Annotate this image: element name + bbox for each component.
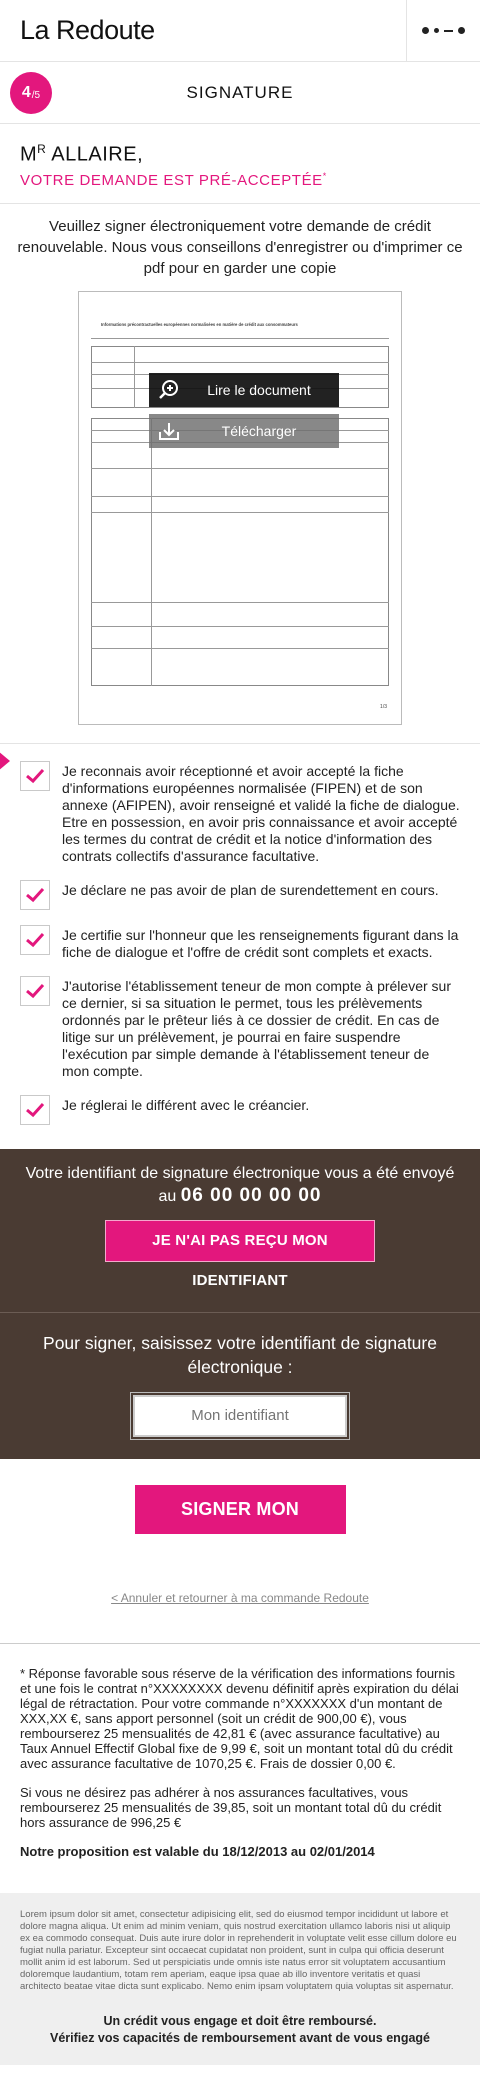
checkmark-icon bbox=[26, 768, 45, 783]
checkmark-icon bbox=[26, 1102, 45, 1117]
consent-checkbox[interactable] bbox=[20, 879, 50, 910]
sign-section: SIGNER MON CONTRAT < Annuler et retourne… bbox=[0, 1459, 480, 1621]
footer: Lorem ipsum dolor sit amet, consectetur … bbox=[0, 1892, 480, 2065]
checkmark-icon bbox=[26, 983, 45, 998]
document-preview[interactable]: Informations précontractuelles européenn… bbox=[78, 290, 402, 725]
name-text: ALLAIRE, bbox=[46, 143, 144, 166]
name-sup: R bbox=[37, 142, 47, 156]
step-current: 4 bbox=[21, 84, 31, 101]
consent-item-fipen: Je reconnais avoir réceptionné et avoir … bbox=[0, 760, 480, 865]
read-document-button[interactable]: Lire le document bbox=[149, 372, 339, 407]
checkmark-icon bbox=[26, 932, 45, 947]
cancel-return-link[interactable]: < Annuler et retourner à ma commande Red… bbox=[111, 1591, 369, 1605]
phone-number: 06 00 00 00 00 bbox=[180, 1184, 322, 1206]
menu-dots-icon[interactable] bbox=[406, 0, 480, 62]
footer-warning-line-2: Vérifiez vos capacités de remboursement … bbox=[49, 2030, 430, 2045]
identifier-sent-panel: Votre identifiant de signature électroni… bbox=[0, 1149, 480, 1313]
consent-item-debit: J'autorise l'établissement teneur de mon… bbox=[0, 975, 480, 1080]
step-badge: 4/5 bbox=[10, 72, 52, 114]
greeting: MR ALLAIRE, VOTRE DEMANDE EST PRÉ-ACCEPT… bbox=[0, 124, 480, 204]
intro-text: Veuillez signer électroniquement votre d… bbox=[17, 217, 463, 277]
consent-text: Je reconnais avoir réceptionné et avoir … bbox=[62, 762, 460, 864]
step-total: /5 bbox=[31, 89, 41, 101]
footer-warning: Un crédit vous engage et doit être rembo… bbox=[20, 2013, 460, 2047]
checkmark-icon bbox=[26, 887, 45, 902]
identifier-prompt: Pour signer, saisissez votre identifiant… bbox=[43, 1332, 437, 1377]
logo[interactable]: La Redoute bbox=[0, 15, 155, 46]
consent-checkbox[interactable] bbox=[20, 924, 50, 955]
download-label: Télécharger bbox=[221, 422, 297, 439]
download-icon bbox=[149, 414, 189, 448]
consent-text: Je déclare ne pas avoir de plan de suren… bbox=[62, 881, 439, 898]
status-text: VOTRE DEMANDE EST PRÉ-ACCEPTÉE bbox=[20, 171, 323, 189]
identifier-input-panel: Pour signer, saisissez votre identifiant… bbox=[0, 1313, 480, 1459]
identifier-sent-text: Votre identifiant de signature électroni… bbox=[20, 1163, 460, 1208]
consent-text: Je certifie sur l'honneur que les rensei… bbox=[62, 926, 459, 960]
page-title: SIGNATURE bbox=[186, 82, 294, 102]
consent-checkbox[interactable] bbox=[20, 760, 50, 791]
identifier-input[interactable] bbox=[133, 1394, 347, 1437]
step-bar: 4/5 SIGNATURE bbox=[0, 62, 480, 124]
identifier-section: Votre identifiant de signature électroni… bbox=[0, 1148, 480, 1459]
sign-contract-button[interactable]: SIGNER MON CONTRAT bbox=[134, 1484, 346, 1568]
legal-paragraph-2: Si vous ne désirez pas adhérer à nos ass… bbox=[20, 1784, 442, 1830]
download-button[interactable]: Télécharger bbox=[149, 413, 339, 448]
not-received-button[interactable]: JE N'AI PAS REÇU MON IDENTIFIANT bbox=[105, 1219, 375, 1289]
consent-item-no-overindebtedness: Je déclare ne pas avoir de plan de suren… bbox=[0, 879, 480, 910]
customer-name: MR ALLAIRE, bbox=[20, 142, 460, 167]
consent-checkbox[interactable] bbox=[20, 1094, 50, 1125]
legal-paragraph-1: * Réponse favorable sous réserve de la v… bbox=[20, 1665, 459, 1771]
consent-checkbox[interactable] bbox=[20, 975, 50, 1006]
consent-item-settle: Je réglerai le différent avec le créanci… bbox=[0, 1094, 480, 1125]
consent-text: Je réglerai le différent avec le créanci… bbox=[62, 1096, 310, 1113]
document-preview-wrapper: Informations précontractuelles européenn… bbox=[0, 290, 480, 744]
consent-text: J'autorise l'établissement teneur de mon… bbox=[62, 977, 451, 1079]
app-header: La Redoute bbox=[0, 0, 480, 62]
zoom-in-icon bbox=[149, 373, 189, 407]
footer-warning-line-1: Un crédit vous engage et doit être rembo… bbox=[103, 2013, 377, 2028]
consent-item-honor: Je certifie sur l'honneur que les rensei… bbox=[0, 924, 480, 961]
preaccepted-status: VOTRE DEMANDE EST PRÉ-ACCEPTÉE* bbox=[20, 171, 460, 189]
name-prefix: M bbox=[20, 143, 38, 166]
consent-checklist: Je reconnais avoir réceptionné et avoir … bbox=[0, 744, 480, 1149]
legal-notice: * Réponse favorable sous réserve de la v… bbox=[0, 1642, 480, 1893]
document-heading: Informations précontractuelles européenn… bbox=[101, 321, 298, 327]
footer-lorem: Lorem ipsum dolor sit amet, consectetur … bbox=[20, 1908, 457, 1992]
read-document-label: Lire le document bbox=[207, 381, 311, 398]
status-sup: * bbox=[322, 170, 327, 181]
page-number: 1/3 bbox=[380, 703, 387, 710]
offer-validity: Notre proposition est valable du 18/12/2… bbox=[20, 1843, 375, 1859]
